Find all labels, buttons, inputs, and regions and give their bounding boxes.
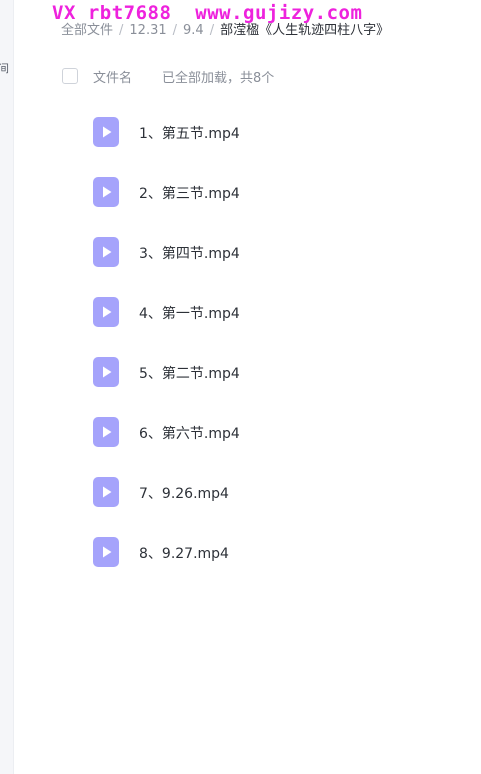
- left-sidebar: 间: [0, 0, 14, 774]
- file-list: 1、第五节.mp4 2、第三节.mp4 3、第四节.mp4 4、第一节.mp4 …: [60, 102, 460, 582]
- file-row[interactable]: 5、第二节.mp4: [60, 342, 460, 402]
- breadcrumb-separator: /: [119, 23, 124, 38]
- video-file-icon: [93, 537, 119, 567]
- file-name[interactable]: 5、第二节.mp4: [139, 363, 240, 383]
- file-list-header: 文件名 已全部加载，共8个: [61, 66, 461, 86]
- video-file-icon: [93, 177, 119, 207]
- file-name[interactable]: 6、第六节.mp4: [139, 423, 240, 443]
- file-name[interactable]: 1、第五节.mp4: [139, 123, 240, 143]
- file-row[interactable]: 1、第五节.mp4: [60, 102, 460, 162]
- video-file-icon: [93, 357, 119, 387]
- file-name[interactable]: 8、9.27.mp4: [139, 543, 229, 563]
- file-name[interactable]: 4、第一节.mp4: [139, 303, 240, 323]
- file-name[interactable]: 2、第三节.mp4: [139, 183, 240, 203]
- file-name[interactable]: 3、第四节.mp4: [139, 243, 240, 263]
- column-header-filename[interactable]: 文件名: [93, 67, 132, 86]
- file-row[interactable]: 6、第六节.mp4: [60, 402, 460, 462]
- breadcrumb-item-all-files[interactable]: 全部文件: [61, 23, 113, 38]
- video-file-icon: [93, 117, 119, 147]
- file-row[interactable]: 8、9.27.mp4: [60, 522, 460, 582]
- sidebar-clipped-label[interactable]: 间: [0, 60, 9, 76]
- video-file-icon: [93, 477, 119, 507]
- watermark-text: VX rbt7688 www.gujizy.com: [52, 2, 363, 24]
- breadcrumb-item-12-31[interactable]: 12.31: [129, 23, 166, 38]
- file-row[interactable]: 7、9.26.mp4: [60, 462, 460, 522]
- video-file-icon: [93, 297, 119, 327]
- breadcrumb-item-9-4[interactable]: 9.4: [183, 23, 204, 38]
- breadcrumb-current-folder: 部滢楹《人生轨迹四柱八字》: [220, 23, 390, 38]
- breadcrumb-separator: /: [172, 23, 178, 38]
- select-all-checkbox[interactable]: [62, 68, 78, 84]
- file-row[interactable]: 2、第三节.mp4: [60, 162, 460, 222]
- file-browser: 间 VX rbt7688 www.gujizy.com 全部文件 / 12.31 / 9…: [0, 0, 481, 774]
- load-status-text: 已全部加载，共8个: [162, 71, 275, 86]
- video-file-icon: [93, 417, 119, 447]
- file-row[interactable]: 3、第四节.mp4: [60, 222, 460, 282]
- file-name[interactable]: 7、9.26.mp4: [139, 483, 229, 503]
- video-file-icon: [93, 237, 119, 267]
- breadcrumb-separator: /: [209, 23, 215, 38]
- file-row[interactable]: 4、第一节.mp4: [60, 282, 460, 342]
